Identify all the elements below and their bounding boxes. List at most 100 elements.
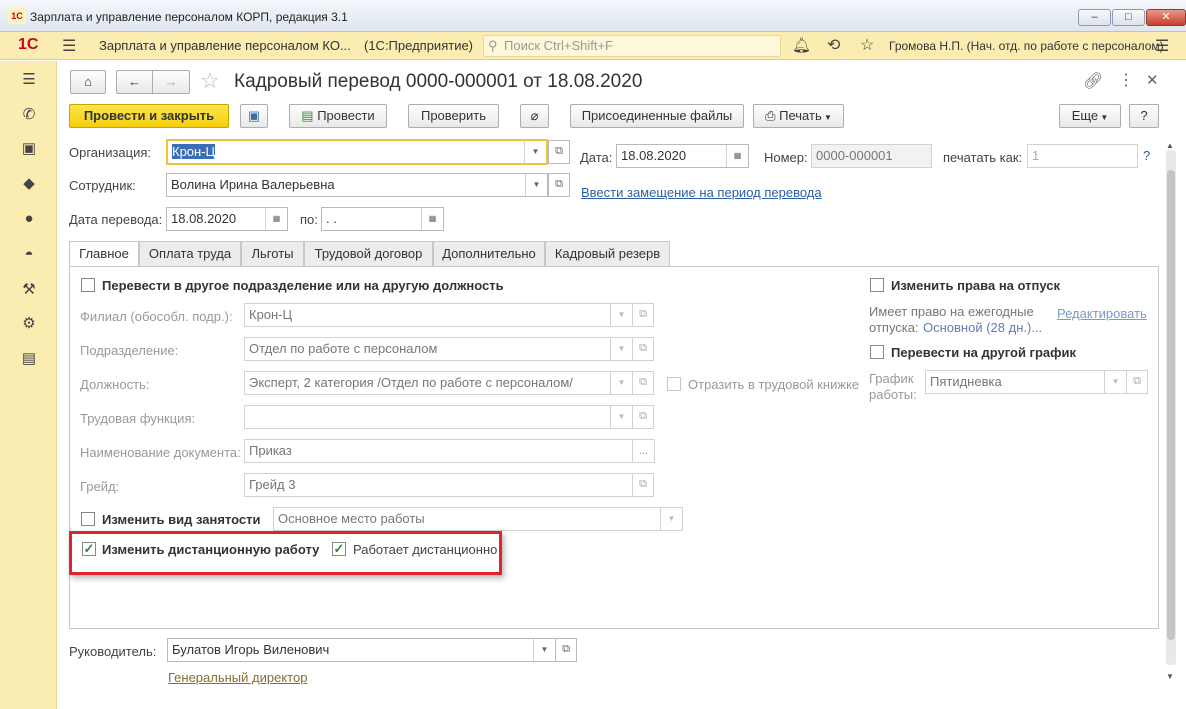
home-button[interactable]: ⌂ <box>70 70 106 94</box>
vacation-rights-label[interactable]: Изменить права на отпуск <box>891 278 1060 294</box>
workbook-checkbox-label[interactable]: Отразить в трудовой книжке <box>688 377 859 393</box>
save-icon[interactable]: ▣ <box>240 104 268 128</box>
dropdown-arrow-icon[interactable]: ▼ <box>533 639 555 661</box>
sections-menu-icon[interactable]: ☰ <box>18 69 40 91</box>
open-icon[interactable]: ⧉ <box>548 173 570 197</box>
open-icon[interactable]: ⧉ <box>555 638 577 662</box>
open-icon[interactable]: ⧉ <box>632 405 654 429</box>
branch-field[interactable]: Крон-Ц ▼ <box>244 303 633 327</box>
tab-benefits[interactable]: Льготы <box>241 241 304 267</box>
manager-position-link[interactable]: Генеральный директор <box>168 670 307 685</box>
dropdown-arrow-icon[interactable]: ▼ <box>525 174 547 196</box>
employment-type-field[interactable]: Основное место работы ▼ <box>273 507 683 531</box>
post-and-close-button[interactable]: Провести и закрыть <box>69 104 229 128</box>
transfer-checkbox[interactable] <box>81 278 95 292</box>
close-form-icon[interactable]: ✕ <box>1146 71 1159 89</box>
employment-checkbox-label[interactable]: Изменить вид занятости <box>102 512 261 528</box>
helmet-icon[interactable]: ◓ <box>18 244 40 266</box>
users-icon[interactable]: ● <box>18 208 40 230</box>
more-vert-icon[interactable]: ⋮ <box>1118 70 1134 90</box>
paperclip-icon[interactable]: ⌀ <box>520 104 549 128</box>
employee-field[interactable]: Волина Ирина Валерьевна ▼ <box>166 173 548 197</box>
document-name-field[interactable]: Приказ... <box>244 439 655 463</box>
schedule-checkbox-label[interactable]: Перевести на другой график <box>891 345 1076 361</box>
help-question-icon[interactable]: ? <box>1143 148 1150 163</box>
main-menu-icon[interactable]: ☰ <box>62 36 76 56</box>
open-icon[interactable]: ⧉ <box>632 337 654 361</box>
dropdown-arrow-icon[interactable]: ▼ <box>610 304 632 326</box>
scroll-up-icon[interactable]: ▲ <box>1166 141 1174 150</box>
current-user[interactable]: Громова Н.П. (Нач. отд. по работе с перс… <box>889 39 1164 53</box>
settings-menu-icon[interactable]: ☰ <box>1155 36 1169 56</box>
bell-icon[interactable]: 🔔︎ <box>792 36 811 54</box>
dropdown-arrow-icon[interactable]: ▼ <box>610 372 632 394</box>
department-field[interactable]: Отдел по работе с персоналом ▼ <box>244 337 633 361</box>
edit-vacation-link[interactable]: Редактировать <box>1057 306 1147 321</box>
open-icon[interactable]: ⧉ <box>632 473 654 497</box>
manager-field[interactable]: Булатов Игорь Виленович ▼ <box>167 638 556 662</box>
to-date-field[interactable]: . . ▦ <box>321 207 444 231</box>
tab-personnel-reserve[interactable]: Кадровый резерв <box>545 241 670 267</box>
1c-logo-icon: 1С <box>18 36 39 53</box>
calendar-icon[interactable]: ▦ <box>421 208 443 230</box>
tab-salary[interactable]: Оплата труда <box>139 241 241 267</box>
print-as-field[interactable]: 1 <box>1027 144 1138 168</box>
open-icon[interactable]: ⧉ <box>632 371 654 395</box>
workbook-checkbox[interactable] <box>667 377 681 391</box>
print-button[interactable]: ⎙ Печать ▼ <box>753 104 844 128</box>
history-icon[interactable]: ⟲ <box>827 35 840 55</box>
attached-files-button[interactable]: Присоединенные файлы <box>570 104 744 128</box>
labor-function-field[interactable]: ▼ <box>244 405 633 429</box>
vertical-scrollbar[interactable] <box>1166 150 1176 665</box>
position-field[interactable]: Эксперт, 2 категория /Отдел по работе с … <box>244 371 633 395</box>
open-icon[interactable]: ⧉ <box>548 140 570 164</box>
number-field[interactable]: 0000-000001 <box>811 144 932 168</box>
favorites-star-icon[interactable]: ☆ <box>860 35 874 55</box>
check-button[interactable]: Проверить <box>408 104 499 128</box>
maximize-button[interactable]: □ <box>1112 9 1145 26</box>
schedule-value: Пятидневка <box>930 374 1002 389</box>
dropdown-arrow-icon[interactable]: ▼ <box>660 508 682 530</box>
minimize-button[interactable]: – <box>1078 9 1111 26</box>
search-input[interactable]: ⚲ Поиск Ctrl+Shift+F <box>483 35 781 57</box>
replacement-link[interactable]: Ввести замещение на период перевода <box>581 185 822 200</box>
forward-button[interactable]: → <box>152 70 190 94</box>
organization-field[interactable]: Крон-Ц ▼ <box>166 139 548 165</box>
dropdown-arrow-icon[interactable]: ▼ <box>610 406 632 428</box>
schedule-label-1: График <box>869 371 914 386</box>
schedule-field[interactable]: Пятидневка ▼ <box>925 370 1127 394</box>
transfer-date-field[interactable]: 18.08.2020 ▦ <box>166 207 288 231</box>
scrollbar-thumb[interactable] <box>1167 170 1175 640</box>
post-button[interactable]: ▤ Провести <box>289 104 387 128</box>
scroll-down-icon[interactable]: ▼ <box>1166 672 1174 681</box>
dropdown-arrow-icon[interactable]: ▼ <box>1104 371 1126 393</box>
calendar-icon[interactable]: ▦ <box>265 208 287 230</box>
graduation-cap-icon[interactable]: ◆ <box>18 173 40 195</box>
vacation-rights-checkbox[interactable] <box>870 278 884 292</box>
open-icon[interactable]: ⧉ <box>1126 370 1148 394</box>
transfer-checkbox-label[interactable]: Перевести в другое подразделение или на … <box>102 278 504 294</box>
dropdown-arrow-icon[interactable]: ▼ <box>524 141 546 163</box>
favorite-star-icon[interactable]: ☆ <box>200 68 220 94</box>
close-window-button[interactable]: ✕ <box>1146 9 1186 26</box>
gift-icon[interactable]: ▣ <box>18 138 40 160</box>
open-icon[interactable]: ⧉ <box>632 303 654 327</box>
link-icon[interactable]: 🔗︎ <box>1083 71 1103 91</box>
wrench-icon[interactable]: ⚒ <box>18 279 40 301</box>
tab-labor-contract[interactable]: Трудовой договор <box>304 241 433 267</box>
dropdown-arrow-icon[interactable]: ▼ <box>610 338 632 360</box>
ellipsis-icon[interactable]: ... <box>632 440 654 462</box>
gear-icon[interactable]: ⚙ <box>18 313 40 335</box>
id-card-icon[interactable]: ▤ <box>18 348 40 370</box>
employment-checkbox[interactable] <box>81 512 95 526</box>
help-button[interactable]: ? <box>1129 104 1159 128</box>
phone-icon[interactable]: ✆ <box>18 104 40 126</box>
grade-field[interactable]: Грейд 3 <box>244 473 633 497</box>
back-button[interactable]: ← <box>116 70 152 94</box>
tab-additional[interactable]: Дополнительно <box>433 241 545 267</box>
schedule-checkbox[interactable] <box>870 345 884 359</box>
tab-main[interactable]: Главное <box>69 241 139 267</box>
date-field[interactable]: 18.08.2020 ▦ <box>616 144 749 168</box>
calendar-icon[interactable]: ▦ <box>726 145 748 167</box>
more-button[interactable]: Еще ▼ <box>1059 104 1121 128</box>
